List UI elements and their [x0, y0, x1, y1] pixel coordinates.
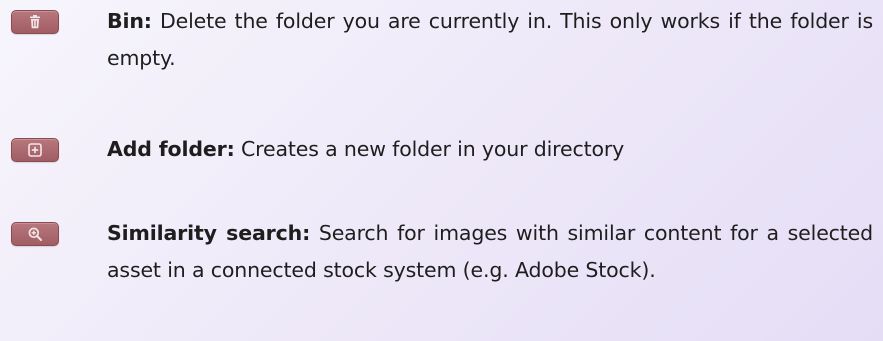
magnify-icon — [28, 227, 42, 241]
add-folder-icon — [28, 143, 42, 157]
trash-icon — [30, 15, 40, 29]
add-folder-button[interactable] — [11, 138, 59, 162]
bin-label: Bin: — [107, 9, 152, 33]
similarity-search-button[interactable] — [11, 222, 59, 246]
bin-description: Bin: Delete the folder you are currently… — [107, 3, 873, 77]
add-folder-label: Add folder: — [107, 137, 235, 161]
toolbar-help-list: Bin: Delete the folder you are currently… — [0, 0, 883, 341]
similarity-search-label: Similarity search: — [107, 221, 311, 245]
similarity-search-description: Similarity search: Search for images wit… — [107, 215, 873, 289]
add-folder-description: Add folder: Creates a new folder in your… — [107, 131, 873, 168]
bin-text: Delete the folder you are currently in. … — [107, 9, 873, 70]
add-folder-text: Creates a new folder in your directory — [234, 137, 625, 161]
bin-button[interactable] — [11, 10, 59, 34]
